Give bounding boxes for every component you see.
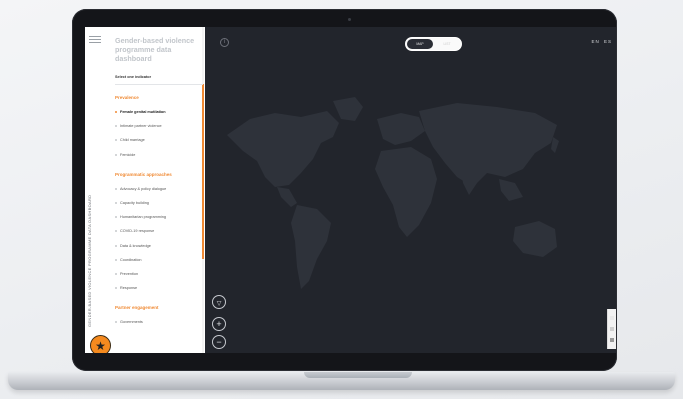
zoom-in-button[interactable]: + (212, 317, 226, 331)
legend-swatch (610, 316, 614, 320)
sidebar: GENDER-BASED VIOLENCE PROGRAMME DATA DAS… (85, 27, 205, 353)
indicator-femicide[interactable]: Femicide (115, 148, 203, 162)
indicator-label: Femicide (120, 152, 136, 157)
world-map-area[interactable]: i MAP LIST EN ES ▽ + − Fem (205, 27, 616, 353)
indicator-label: Female genital mutilation (120, 110, 166, 115)
language-es[interactable]: ES (604, 39, 612, 44)
hamburger-menu-icon[interactable] (89, 36, 101, 44)
laptop-base (8, 372, 675, 390)
indicator-label: Advocacy & policy dialogue (120, 186, 167, 191)
landmass-southeast-asia (499, 179, 523, 201)
indicator-humanitarian[interactable]: Humanitarian programming (115, 210, 203, 224)
radio-dot-icon (115, 216, 117, 219)
section-heading: Prevalence (115, 95, 139, 100)
indicator-label: Child marriage (120, 138, 145, 143)
indicator-label: Prevention (120, 271, 139, 276)
section-partner: Partner engagement Governments (115, 305, 203, 329)
section-heading: Programmatic approaches (115, 171, 172, 177)
radio-dot-icon (115, 139, 117, 142)
indicator-data[interactable]: Data & knowledge (115, 239, 203, 253)
map-list-toggle[interactable]: MAP LIST (405, 37, 462, 51)
laptop-camera (348, 18, 351, 21)
sidebar-rail: GENDER-BASED VIOLENCE PROGRAMME DATA DAS… (85, 27, 107, 353)
radio-dot-icon (115, 272, 117, 275)
info-icon[interactable]: i (220, 38, 229, 47)
legend-swatch (610, 338, 614, 342)
language-switcher: EN ES (589, 39, 612, 44)
indicator-capacity[interactable]: Capacity building (115, 196, 203, 210)
indicator-label: Governments (120, 320, 143, 325)
radio-dot-icon (115, 111, 117, 114)
indicator-ipv[interactable]: Intimate partner violence (115, 119, 203, 133)
indicator-child-marriage[interactable]: Child marriage (115, 133, 203, 147)
indicator-label: Intimate partner violence (120, 124, 162, 129)
indicator-label: Capacity building (120, 201, 149, 206)
filter-icon: ▽ (216, 301, 222, 307)
dashboard-title: Gender-based violence programme data das… (115, 36, 195, 63)
language-en[interactable]: EN (591, 39, 599, 44)
radio-dot-icon (115, 202, 117, 205)
section-heading: Partner engagement (115, 305, 159, 311)
indicator-coordination[interactable]: Coordination (115, 253, 203, 267)
indicator-governments[interactable]: Governments (115, 315, 203, 329)
landmass-south-america (291, 205, 331, 289)
radio-dot-icon (115, 153, 117, 156)
map-legend (607, 309, 616, 349)
radio-dot-icon (115, 321, 117, 324)
radio-dot-icon (115, 287, 117, 290)
indicator-advocacy[interactable]: Advocacy & policy dialogue (115, 182, 203, 196)
indicator-response[interactable]: Response (115, 281, 203, 295)
vertical-dashboard-title: GENDER-BASED VIOLENCE PROGRAMME DATA DAS… (87, 194, 92, 327)
radio-dot-icon (115, 230, 117, 233)
radio-dot-icon (115, 187, 117, 190)
laptop-notch (304, 372, 412, 378)
indicator-covid[interactable]: COVID-19 response (115, 224, 203, 238)
landmass-europe (377, 113, 425, 145)
select-indicator-label: Select one indicator (115, 75, 152, 79)
divider (115, 84, 203, 85)
landmass-japan (551, 137, 559, 153)
section-programmatic: Programmatic approaches Advocacy & polic… (115, 172, 203, 296)
plus-icon: + (216, 319, 222, 329)
landmass-asia (419, 103, 557, 187)
indicator-prevention[interactable]: Prevention (115, 267, 203, 281)
minus-icon: − (216, 337, 222, 347)
accessibility-icon: ★ (95, 338, 106, 353)
radio-dot-icon (115, 258, 117, 261)
radio-dot-icon (115, 244, 117, 247)
indicator-fgm[interactable]: Female genital mutilation (115, 105, 203, 119)
zoom-out-button[interactable]: − (212, 335, 226, 349)
indicator-label: Response (120, 286, 138, 291)
section-prevalence: Prevalence Female genital mutilation Int… (115, 95, 203, 162)
sidebar-content: Gender-based violence programme data das… (115, 36, 203, 329)
toggle-list-option[interactable]: LIST (434, 39, 460, 49)
world-map (227, 97, 559, 289)
landmass-africa (375, 147, 437, 237)
indicator-label: Humanitarian programming (120, 215, 167, 220)
landmass-greenland (333, 97, 363, 121)
accessibility-button[interactable]: ★ (90, 335, 111, 353)
landmass-australia (513, 221, 557, 257)
screen: GENDER-BASED VIOLENCE PROGRAMME DATA DAS… (85, 27, 616, 353)
indicator-label: Coordination (120, 257, 142, 262)
legend-swatch (610, 327, 614, 331)
filter-button[interactable]: ▽ (212, 295, 226, 309)
landmass-central-america (277, 187, 297, 207)
indicator-label: COVID-19 response (120, 229, 155, 234)
landmass-north-america (227, 111, 339, 187)
indicator-label: Data & knowledge (120, 243, 151, 248)
radio-dot-icon (115, 125, 117, 128)
toggle-map-option[interactable]: MAP (407, 39, 433, 49)
